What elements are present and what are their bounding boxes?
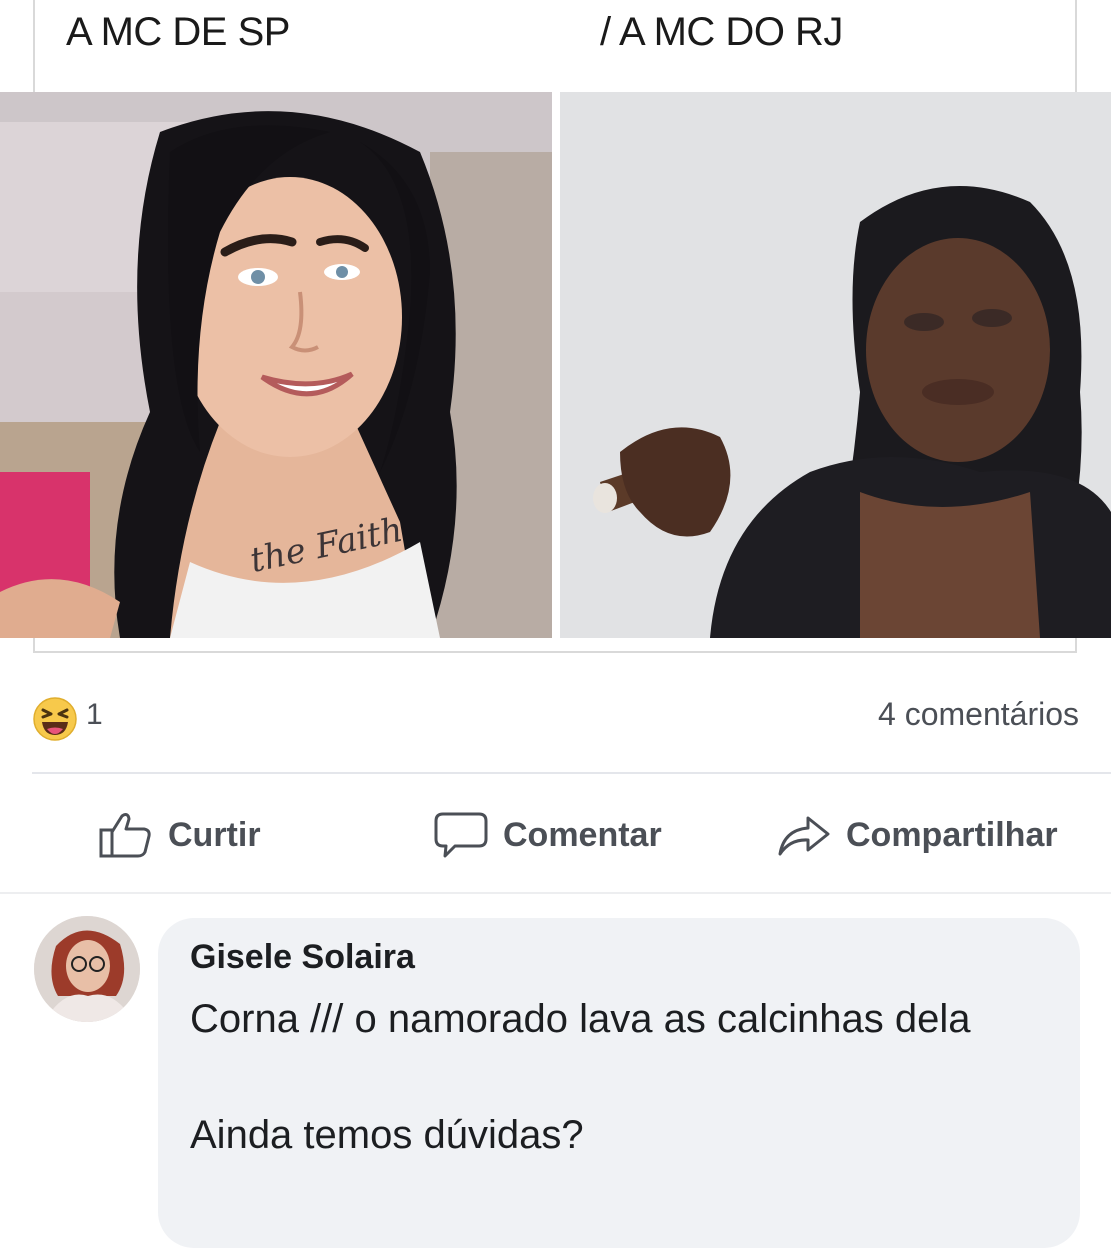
thumbs-up-icon (98, 810, 154, 860)
post-stats: 1 4 comentários (0, 660, 1111, 772)
comment-list: Gisele Solaira Corna /// o namorado lava… (0, 894, 1111, 1248)
comment-text: Corna /// o namorado lava as calcinhas d… (190, 990, 1050, 1164)
comment-line-2: Ainda temos dúvidas? (190, 1113, 584, 1157)
post-actions: Curtir Comentar Compartilhar (0, 774, 1111, 892)
caption-left: A MC DE SP (66, 10, 290, 54)
share-button[interactable]: Compartilhar (776, 810, 1058, 860)
comment-bubble[interactable]: Gisele Solaira Corna /// o namorado lava… (158, 918, 1080, 1248)
speech-bubble-icon (433, 810, 489, 860)
comment-label: Comentar (503, 815, 662, 854)
avatar[interactable] (34, 916, 140, 1022)
comment-author[interactable]: Gisele Solaira (190, 938, 415, 977)
comment-line-1: Corna /// o namorado lava as calcinhas d… (190, 997, 971, 1041)
comments-count-link[interactable]: 4 comentários (878, 696, 1079, 733)
comment-button[interactable]: Comentar (433, 810, 662, 860)
like-label: Curtir (168, 815, 261, 854)
photo-left: the Faith (0, 92, 552, 638)
share-label: Compartilhar (846, 815, 1058, 854)
photo-right (560, 92, 1111, 638)
reaction-count[interactable]: 1 (86, 698, 103, 732)
haha-reaction-icon[interactable] (32, 696, 78, 742)
caption-right: / A MC DO RJ (600, 10, 843, 54)
like-button[interactable]: Curtir (98, 810, 261, 860)
share-arrow-icon (776, 810, 832, 860)
post-image[interactable]: A MC DE SP / A MC DO RJ the Faith (0, 0, 1111, 660)
